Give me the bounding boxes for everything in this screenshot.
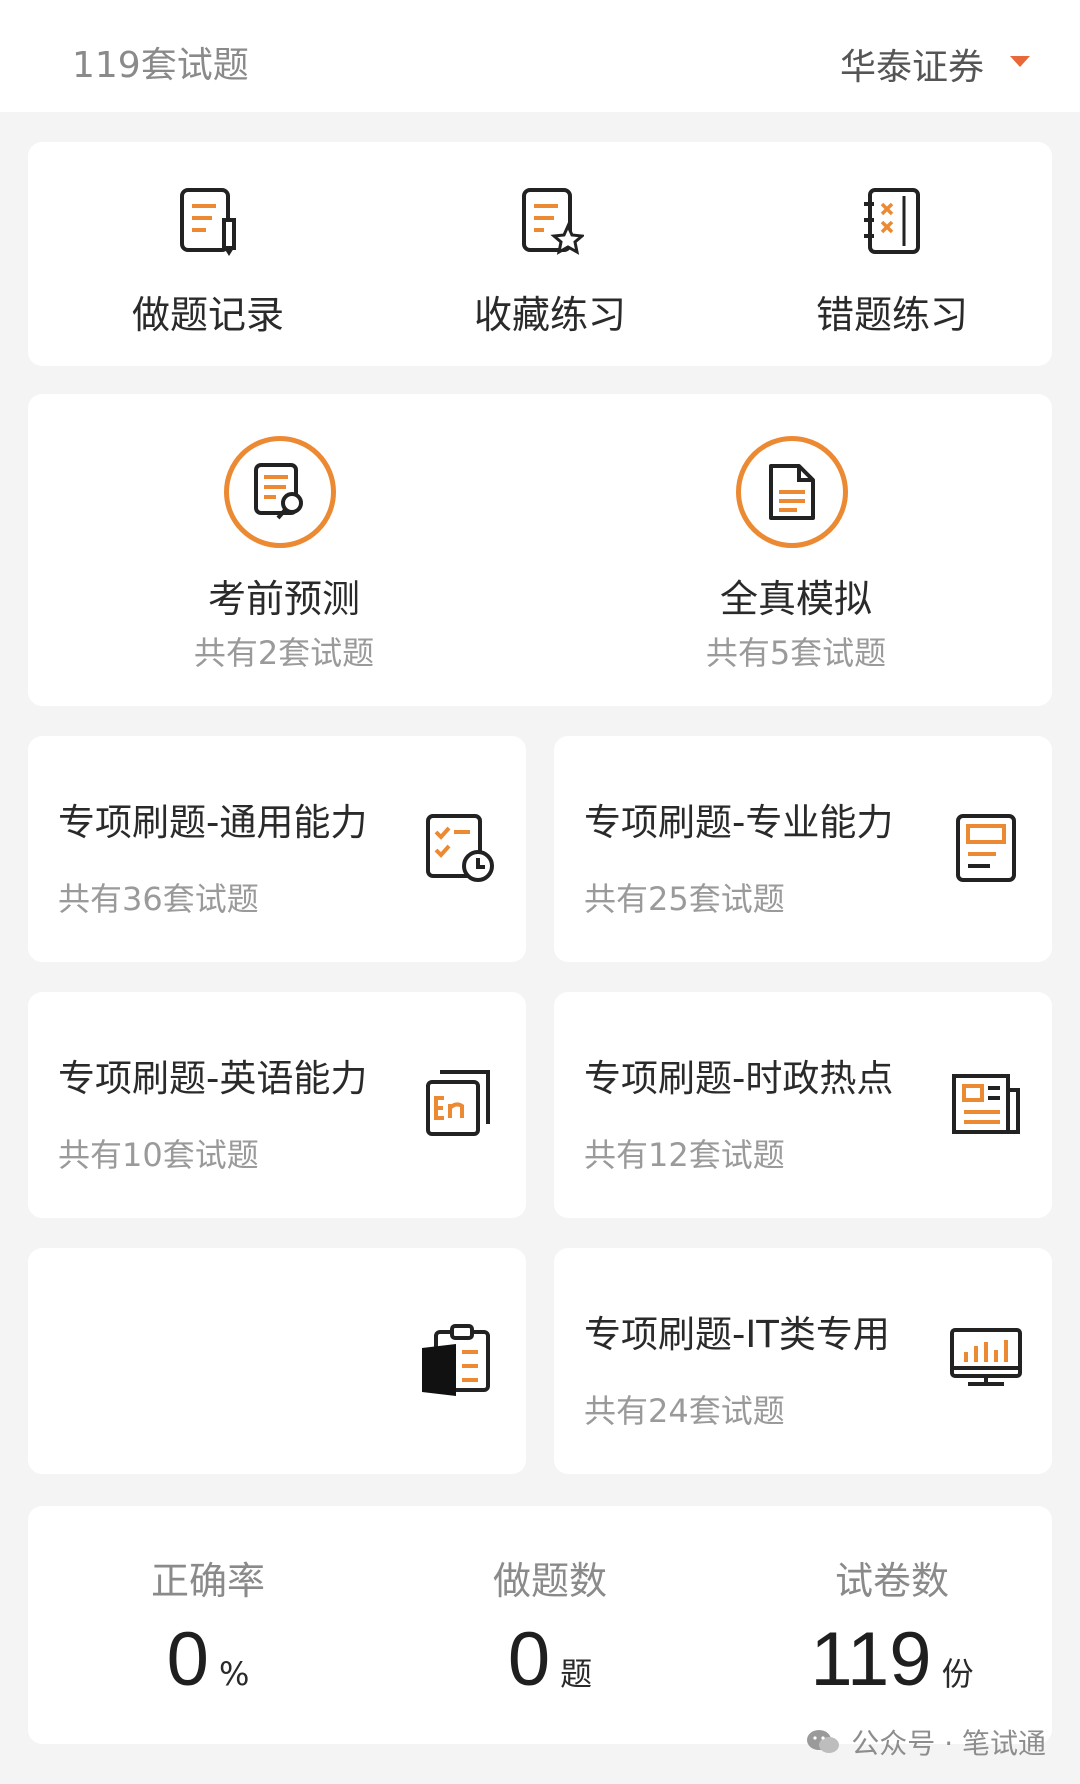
practice-title: 专项刷题-专业能力 — [584, 801, 894, 844]
checklist-clock-icon — [426, 814, 494, 882]
practice-title: 专项刷题-时政热点 — [584, 1057, 894, 1100]
record-icon — [180, 188, 236, 256]
newspaper-icon — [952, 1074, 1020, 1134]
practice-subtitle: 共有24套试题 — [584, 1392, 785, 1430]
questions-done-stat: 做题数 0题 — [380, 1506, 720, 1744]
document-icon — [736, 436, 848, 548]
stat-label: 做题数 — [492, 1559, 607, 1603]
exam-count-label: 119套试题 — [72, 45, 249, 86]
practice-title: 专项刷题-通用能力 — [58, 801, 368, 844]
english-icon — [426, 1070, 490, 1136]
company-selector[interactable]: 华泰证券 — [840, 38, 984, 90]
quick-actions-card: 做题记录 收藏练习 错题练习 — [28, 142, 1052, 366]
form-icon — [956, 814, 1016, 882]
mistake-notebook-icon — [864, 188, 920, 254]
quick-action-label: 收藏练习 — [473, 293, 626, 337]
featured-title: 全真模拟 — [719, 577, 872, 621]
practice-subtitle: 共有10套试题 — [58, 1136, 259, 1174]
practice-title: 专项刷题-IT类专用 — [584, 1313, 890, 1356]
stat-unit: 题 — [560, 1655, 593, 1693]
practice-title: 专项刷题-英语能力 — [58, 1057, 368, 1100]
stat-unit: 份 — [941, 1655, 974, 1693]
full-mock-item[interactable]: 全真模拟 共有5套试题 — [540, 394, 1052, 706]
watermark-text: 公众号 · 笔试通 — [851, 1727, 1046, 1760]
featured-card: 考前预测 共有2套试题 全真模拟 共有5套试题 — [28, 394, 1052, 706]
practice-card-current-affairs[interactable]: 专项刷题-时政热点 共有12套试题 — [554, 992, 1052, 1218]
favorites-practice-button[interactable]: 收藏练习 — [380, 142, 720, 366]
accuracy-stat: 正确率 0% — [38, 1506, 378, 1744]
stat-value: 0 — [166, 1617, 209, 1702]
practice-subtitle: 共有25套试题 — [584, 880, 785, 918]
stat-label: 正确率 — [150, 1559, 265, 1603]
stats-card: 正确率 0% 做题数 0题 试卷数 119 份 — [28, 1506, 1052, 1744]
quick-action-label: 做题记录 — [131, 293, 284, 337]
favorite-icon — [522, 188, 584, 255]
redacted-overlay — [44, 1318, 384, 1448]
papers-count-stat: 试卷数 119 份 — [722, 1506, 1062, 1744]
practice-card-it[interactable]: 专项刷题-IT类专用 共有24套试题 — [554, 1248, 1052, 1474]
clipboard-icon — [422, 1324, 490, 1396]
quick-action-label: 错题练习 — [815, 293, 968, 337]
monitor-chart-icon — [950, 1328, 1022, 1386]
featured-subtitle: 共有2套试题 — [193, 634, 375, 672]
featured-title: 考前预测 — [207, 577, 360, 621]
stat-value: 119 — [810, 1617, 932, 1702]
document-search-icon — [224, 436, 336, 548]
watermark: 公众号 · 笔试通 — [805, 1722, 1046, 1762]
practice-subtitle: 共有12套试题 — [584, 1136, 785, 1174]
practice-card-professional[interactable]: 专项刷题-专业能力 共有25套试题 — [554, 736, 1052, 962]
practice-subtitle: 共有36套试题 — [58, 880, 259, 918]
mistakes-practice-button[interactable]: 错题练习 — [722, 142, 1062, 366]
practice-record-button[interactable]: 做题记录 — [38, 142, 378, 366]
stat-unit: % — [218, 1655, 250, 1693]
pre-exam-forecast-item[interactable]: 考前预测 共有2套试题 — [28, 394, 540, 706]
caret-down-icon[interactable] — [1010, 56, 1030, 67]
featured-subtitle: 共有5套试题 — [705, 634, 887, 672]
practice-card-english[interactable]: 专项刷题-英语能力 共有10套试题 — [28, 992, 526, 1218]
stat-label: 试卷数 — [834, 1559, 949, 1603]
stat-value: 0 — [507, 1617, 551, 1702]
wechat-icon — [807, 1730, 840, 1753]
practice-card-general[interactable]: 专项刷题-通用能力 共有36套试题 — [28, 736, 526, 962]
practice-card-redacted[interactable] — [28, 1248, 526, 1474]
top-bar: 119套试题 华泰证券 — [0, 0, 1080, 112]
